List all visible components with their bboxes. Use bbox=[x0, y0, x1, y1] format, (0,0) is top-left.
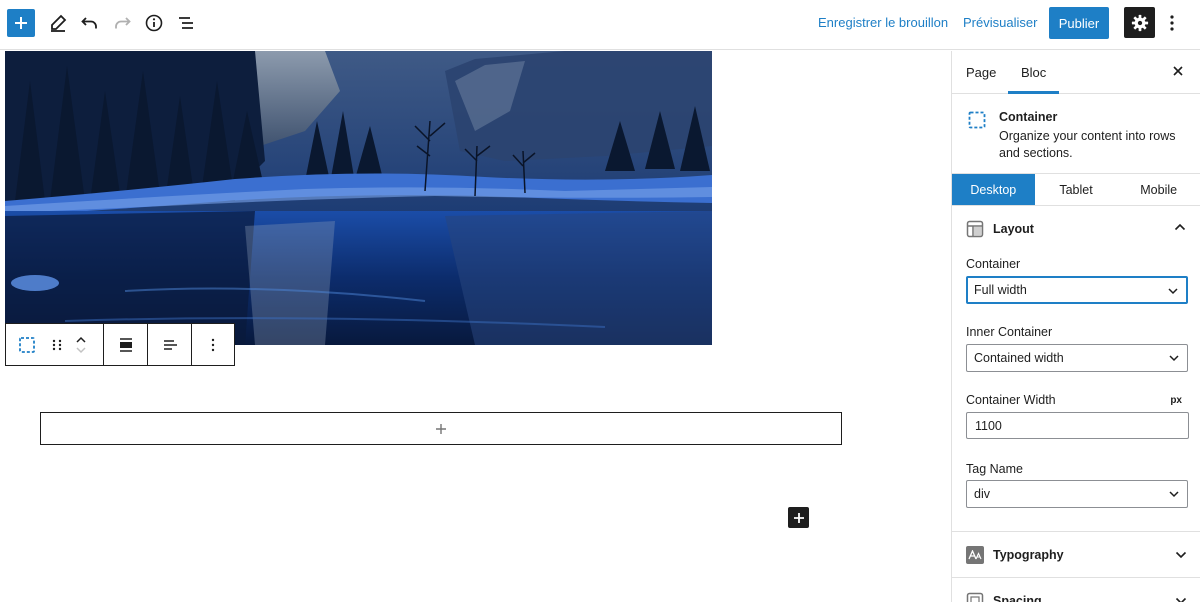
align-left-icon bbox=[163, 339, 177, 350]
preview-button[interactable]: Prévisualiser bbox=[963, 15, 1037, 30]
inner-container-select-value: Contained width bbox=[974, 351, 1064, 365]
spacing-title: Spacing bbox=[993, 594, 1042, 602]
inner-container-select[interactable]: Contained width bbox=[966, 344, 1188, 372]
chevron-down-icon bbox=[1169, 355, 1179, 362]
landscape-image[interactable] bbox=[5, 51, 712, 345]
text-align-button[interactable] bbox=[148, 324, 192, 365]
pencil-icon bbox=[51, 14, 67, 32]
more-vertical-icon bbox=[1170, 15, 1174, 31]
settings-sidebar: Page Bloc Container Organize your conten… bbox=[951, 51, 1200, 602]
gear-icon bbox=[1131, 14, 1148, 31]
container-label: Container bbox=[966, 257, 1021, 271]
save-draft-button[interactable]: Enregistrer le brouillon bbox=[818, 15, 948, 30]
redo-button[interactable] bbox=[108, 9, 136, 37]
chevron-down-icon bbox=[1169, 491, 1179, 498]
editor-canvas bbox=[0, 51, 951, 602]
spacing-icon bbox=[966, 592, 984, 602]
tag-name-select-value: div bbox=[974, 487, 990, 501]
redo-icon bbox=[115, 17, 131, 29]
block-appender-button[interactable] bbox=[40, 412, 842, 445]
plus-icon bbox=[436, 423, 446, 434]
container-block-icon[interactable] bbox=[18, 336, 36, 354]
edit-tool-button[interactable] bbox=[44, 9, 72, 37]
device-tab-desktop[interactable]: Desktop bbox=[952, 174, 1035, 205]
move-down-icon[interactable] bbox=[75, 345, 87, 355]
publish-button[interactable]: Publier bbox=[1049, 7, 1109, 39]
chevron-up-icon bbox=[1174, 223, 1186, 231]
settings-button[interactable] bbox=[1124, 7, 1155, 38]
typography-title: Typography bbox=[993, 548, 1064, 562]
container-select-value: Full width bbox=[974, 283, 1027, 297]
spacing-panel-header[interactable]: Spacing bbox=[952, 577, 1200, 602]
layout-icon bbox=[966, 220, 984, 238]
container-block-icon bbox=[968, 111, 986, 129]
tab-page[interactable]: Page bbox=[966, 51, 996, 94]
block-description: Organize your content into rows and sect… bbox=[999, 129, 1176, 160]
align-full-icon bbox=[119, 337, 132, 352]
inner-container-label: Inner Container bbox=[966, 325, 1053, 339]
list-view-icon bbox=[179, 17, 193, 29]
move-up-icon[interactable] bbox=[75, 335, 87, 345]
typography-icon bbox=[966, 546, 984, 564]
undo-button[interactable] bbox=[76, 9, 104, 37]
chevron-down-icon bbox=[1175, 551, 1187, 559]
details-button[interactable] bbox=[140, 9, 168, 37]
device-tab-tablet[interactable]: Tablet bbox=[1035, 174, 1118, 205]
move-controls bbox=[75, 335, 87, 355]
container-width-label: Container Width bbox=[966, 393, 1056, 407]
plus-icon bbox=[793, 512, 804, 523]
width-unit[interactable]: px bbox=[1170, 395, 1182, 406]
quick-inserter-button[interactable] bbox=[788, 507, 809, 528]
block-title: Container bbox=[999, 110, 1058, 124]
undo-icon bbox=[81, 17, 97, 29]
block-switcher-group bbox=[6, 324, 104, 365]
layout-panel-title: Layout bbox=[993, 222, 1034, 236]
layout-panel: Layout Container Full width Inner Contai… bbox=[952, 206, 1200, 531]
winter-lake-image bbox=[5, 51, 712, 345]
block-toolbar bbox=[5, 323, 235, 366]
device-switcher: Desktop Tablet Mobile bbox=[952, 174, 1200, 206]
list-view-button[interactable] bbox=[172, 9, 200, 37]
sidebar-tabs: Page Bloc bbox=[952, 51, 1200, 94]
chevron-down-icon bbox=[1168, 288, 1178, 295]
tag-name-select[interactable]: div bbox=[966, 480, 1188, 508]
drag-handle-icon[interactable] bbox=[51, 338, 63, 352]
add-block-button[interactable] bbox=[7, 9, 35, 37]
chevron-down-icon bbox=[1175, 597, 1187, 602]
plus-icon bbox=[15, 17, 27, 29]
container-width-input[interactable]: 1100 bbox=[966, 412, 1189, 439]
tab-block[interactable]: Bloc bbox=[1008, 51, 1060, 94]
align-button[interactable] bbox=[104, 324, 148, 365]
options-menu-button[interactable] bbox=[1160, 9, 1184, 37]
device-tab-mobile[interactable]: Mobile bbox=[1117, 174, 1200, 205]
close-sidebar-button[interactable] bbox=[1170, 63, 1186, 79]
editor-toolbar: Enregistrer le brouillon Prévisualiser P… bbox=[0, 0, 1200, 50]
layout-panel-header[interactable]: Layout bbox=[952, 206, 1200, 253]
close-icon bbox=[1173, 66, 1183, 76]
typography-panel-header[interactable]: Typography bbox=[952, 531, 1200, 577]
block-card: Container Organize your content into row… bbox=[952, 94, 1200, 174]
more-vertical-icon bbox=[211, 338, 215, 351]
block-options-button[interactable] bbox=[192, 324, 234, 365]
container-select[interactable]: Full width bbox=[966, 276, 1188, 304]
info-icon bbox=[145, 14, 163, 32]
tag-name-label: Tag Name bbox=[966, 462, 1023, 476]
